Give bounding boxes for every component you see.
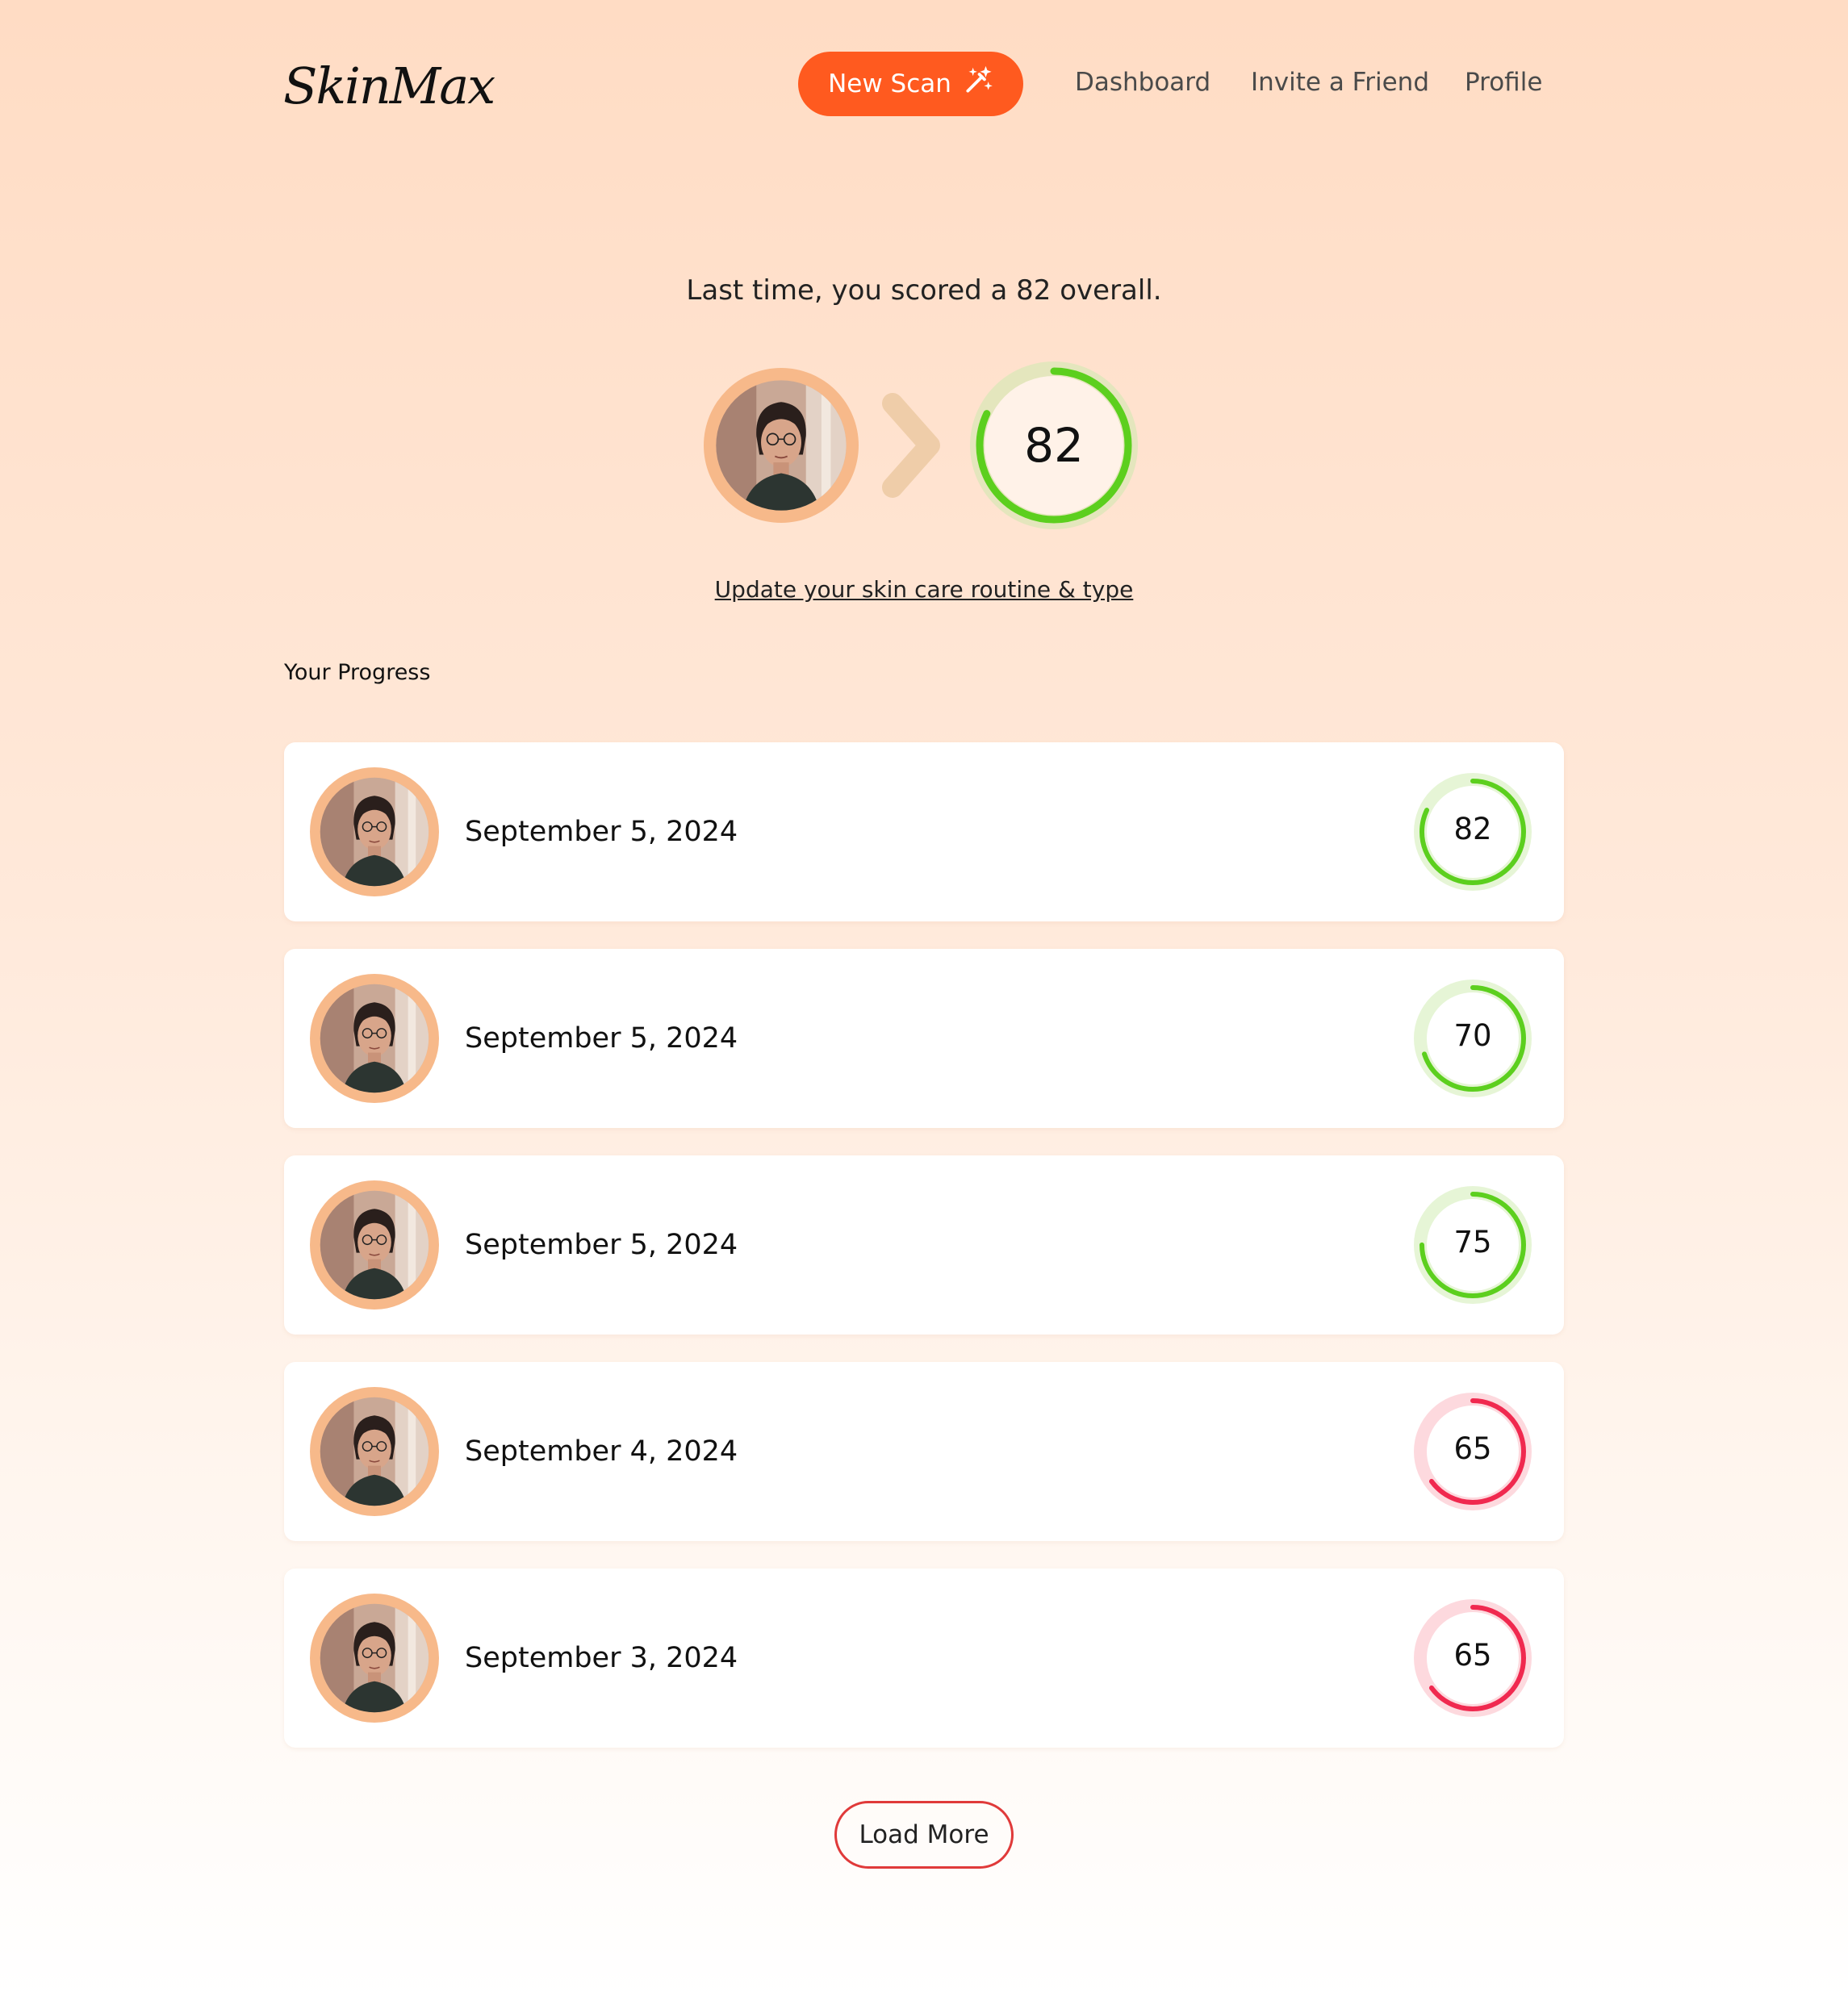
scan-avatar: [310, 1387, 439, 1516]
scan-score: 82: [1453, 811, 1492, 846]
magic-wand-icon: [963, 65, 993, 102]
face-photo: [310, 974, 439, 1103]
nav-invite-friend[interactable]: Invite a Friend: [1251, 68, 1429, 97]
nav-profile[interactable]: Profile: [1465, 68, 1542, 97]
face-photo: [310, 1387, 439, 1516]
page: SkinMax New Scan Dashboard Invite a Frie…: [0, 0, 1848, 2001]
progress-card[interactable]: September 4, 2024 65: [284, 1362, 1564, 1541]
progress-card[interactable]: September 5, 2024 82: [284, 742, 1564, 921]
nav-dashboard[interactable]: Dashboard: [1075, 68, 1210, 97]
logo[interactable]: SkinMax: [283, 56, 495, 115]
scan-score: 65: [1453, 1431, 1492, 1466]
face-photo: [310, 767, 439, 896]
scan-avatar: [310, 767, 439, 896]
progress-card[interactable]: September 5, 2024 75: [284, 1155, 1564, 1335]
progress-card[interactable]: September 3, 2024 65: [284, 1569, 1564, 1748]
scan-date: September 4, 2024: [465, 1435, 738, 1468]
hero-avatar: [704, 368, 859, 523]
scan-avatar: [310, 1594, 439, 1723]
new-scan-button[interactable]: New Scan: [798, 52, 1023, 116]
scan-date: September 5, 2024: [465, 1229, 738, 1261]
scan-score: 65: [1453, 1637, 1492, 1673]
hero-score-value: 82: [1024, 418, 1084, 473]
scan-date: September 3, 2024: [465, 1642, 738, 1674]
scan-date: September 5, 2024: [465, 1022, 738, 1055]
load-more-button[interactable]: Load More: [834, 1801, 1014, 1869]
scan-avatar: [310, 1180, 439, 1310]
scan-avatar: [310, 974, 439, 1103]
face-photo: [310, 1180, 439, 1310]
progress-title: Your Progress: [284, 660, 431, 685]
update-routine-link-text[interactable]: Update your skin care routine & type: [715, 576, 1134, 603]
chevron-right-icon: [882, 393, 940, 498]
progress-card[interactable]: September 5, 2024 70: [284, 949, 1564, 1128]
update-routine-link[interactable]: Update your skin care routine & type: [0, 576, 1848, 603]
last-score-message: Last time, you scored a 82 overall.: [686, 274, 1162, 307]
face-photo: [310, 1594, 439, 1723]
scan-score: 70: [1453, 1017, 1492, 1053]
new-scan-label: New Scan: [828, 69, 951, 98]
scan-score: 75: [1453, 1224, 1492, 1260]
scan-date: September 5, 2024: [465, 816, 738, 848]
progress-list: September 5, 2024 82 September 5, 2024 7…: [284, 742, 1564, 1775]
face-photo: [704, 368, 859, 523]
